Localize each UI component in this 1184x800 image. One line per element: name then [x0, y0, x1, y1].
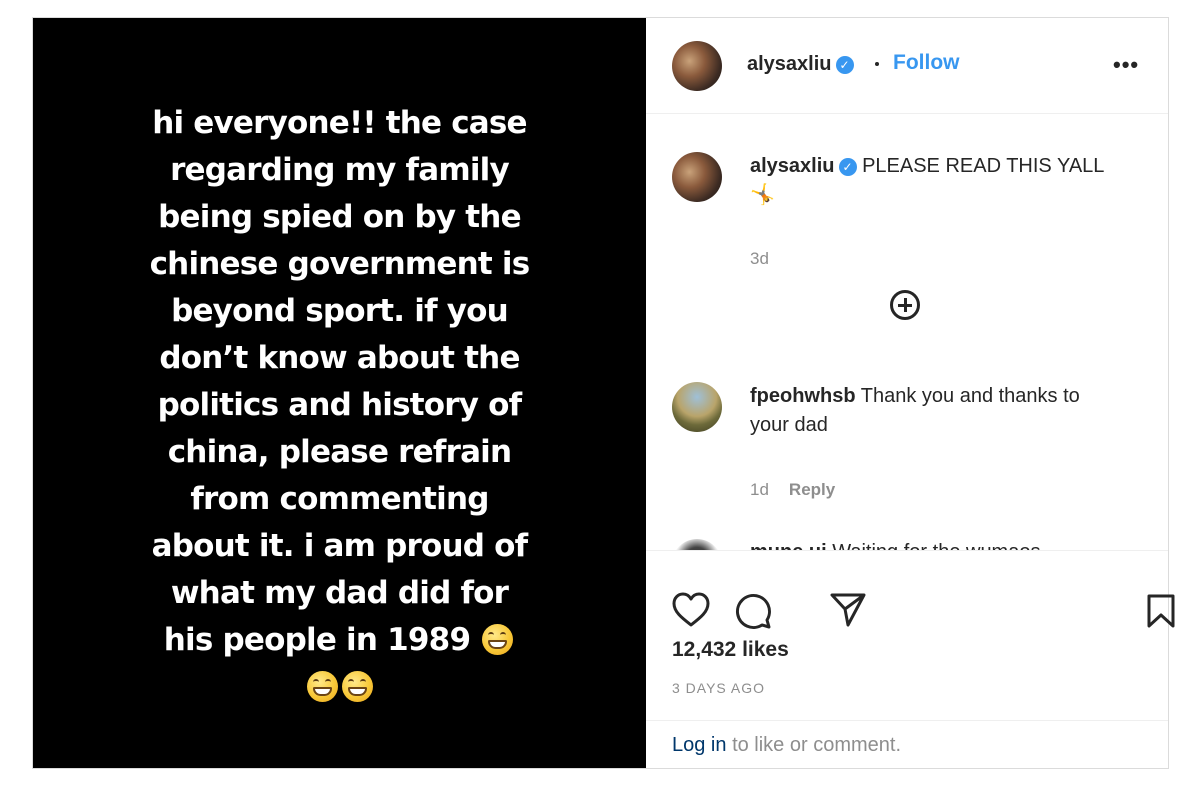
verified-badge-icon: ✓ [838, 158, 857, 176]
comment-text: Waiting for the wumaos [832, 541, 1040, 550]
follow-button[interactable]: Follow [893, 51, 960, 75]
story-line: hi everyone!! the case [152, 105, 527, 141]
story-line: chinese government is [149, 246, 531, 282]
header-username[interactable]: alysaxliu ✓ [747, 53, 854, 76]
grinning-face-emoji-icon [341, 671, 373, 702]
avatar[interactable] [672, 152, 722, 202]
caption-text: PLEASE READ THIS YALL [862, 155, 1105, 177]
grinning-face-emoji-icon [306, 671, 338, 702]
story-line: beyond sport. if you [171, 293, 509, 329]
like-heart-icon[interactable] [672, 592, 710, 628]
caption-username[interactable]: alysaxliu [750, 155, 835, 177]
share-send-icon[interactable] [830, 593, 866, 627]
post-date: 3 DAYS AGO [672, 680, 765, 696]
story-line: regarding my family [170, 152, 510, 188]
verified-badge-icon: ✓ [835, 56, 854, 74]
login-link[interactable]: Log in [672, 734, 727, 756]
comment-bubble-icon[interactable] [734, 592, 772, 630]
username-text[interactable]: alysaxliu [747, 53, 832, 75]
post-header: alysaxliu ✓ Follow ••• [646, 18, 1168, 114]
more-options-icon[interactable]: ••• [1113, 54, 1139, 76]
story-emoji-line [33, 664, 646, 711]
login-prompt-text: to like or comment. [732, 734, 902, 756]
separator-dot [875, 62, 879, 66]
story-line: politics and history of [157, 387, 523, 423]
post-sidebar: alysaxliu ✓ Follow ••• alysaxliu ✓ PLEASE … [646, 18, 1175, 769]
comment-username[interactable]: fpeohwhsb [750, 385, 856, 407]
avatar[interactable] [672, 539, 722, 550]
comment: fpeohwhsb Thank you and thanks to your d… [750, 382, 1150, 440]
caption: alysaxliu ✓ PLEASE READ THIS YALL 🤸 [750, 152, 1150, 210]
story-line: don’t know about the [159, 340, 520, 376]
comment-username[interactable]: mune.ui [750, 541, 827, 550]
instagram-post: hi everyone!! the case regarding my fami… [32, 17, 1175, 769]
login-bar: Log in to like or comment. [646, 720, 1168, 769]
reply-button[interactable]: Reply [789, 480, 835, 499]
story-line: being spied on by the [158, 199, 521, 235]
story-line: from commenting [190, 481, 489, 517]
story-line: about it. i am proud of [151, 528, 529, 564]
avatar[interactable] [672, 382, 722, 432]
post-actions: 12,432 likes 3 DAYS AGO [646, 550, 1175, 721]
post-media[interactable]: hi everyone!! the case regarding my fami… [33, 18, 646, 768]
avatar[interactable] [672, 41, 722, 91]
story-line: china, please refrain [167, 434, 512, 470]
likes-count[interactable]: 12,432 likes [672, 638, 789, 662]
comment-text: Thank you and thanks to [860, 385, 1080, 407]
comment-meta: 1d Reply [750, 480, 835, 500]
comment-text: your dad [750, 414, 828, 436]
comments-list[interactable]: alysaxliu ✓ PLEASE READ THIS YALL 🤸 3d fp… [646, 114, 1168, 550]
save-bookmark-icon[interactable] [1146, 594, 1176, 628]
story-text: hi everyone!! the case regarding my fami… [33, 100, 646, 711]
story-line-final: his people in 1989 [33, 617, 646, 664]
comment: mune.ui Waiting for the wumaos [750, 538, 1150, 550]
story-line: what my dad did for [170, 575, 509, 611]
comment-age: 1d [750, 480, 769, 499]
story-line: his people in 1989 [163, 622, 471, 658]
person-cartwheeling-emoji-icon: 🤸 [750, 184, 775, 206]
caption-age: 3d [750, 249, 769, 268]
grinning-face-emoji-icon [482, 624, 514, 655]
load-more-comments-icon[interactable] [890, 290, 920, 320]
